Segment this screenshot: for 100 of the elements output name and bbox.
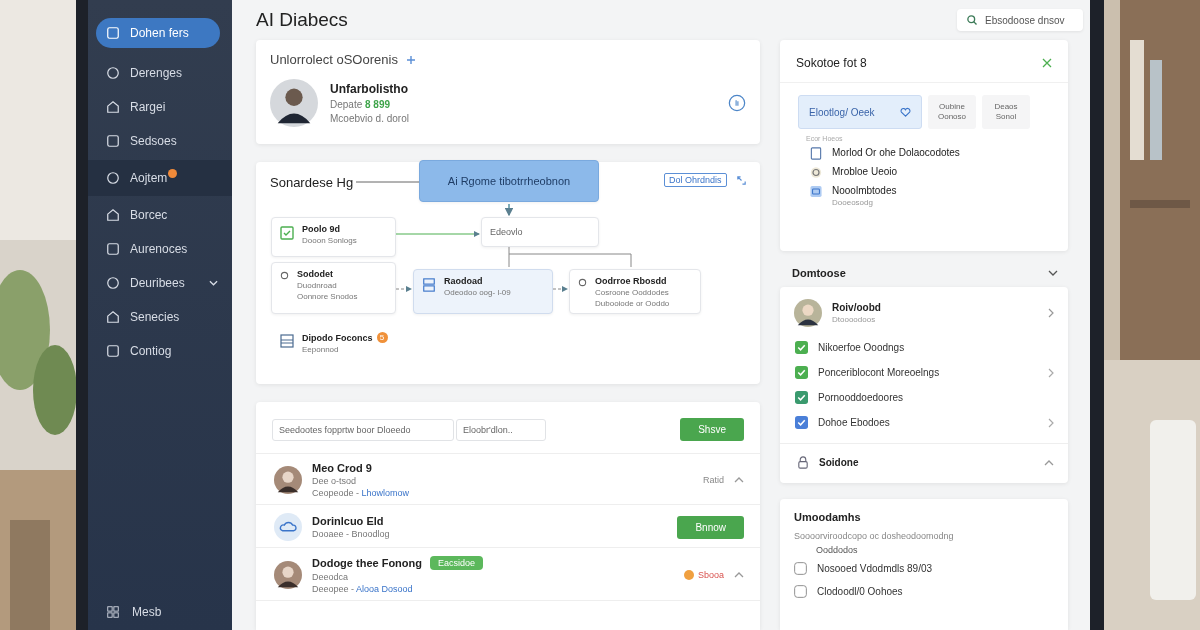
checklist-item[interactable]: Ponceriblocont Moreoelngs <box>780 360 1068 385</box>
menu-item-icon <box>106 134 120 148</box>
list-icon <box>280 334 294 348</box>
list-row[interactable]: Dodoge thee Fonong Eacsidoe Deeodca Deeopee - Alooa Dosood Sbooa <box>256 548 760 601</box>
ring-icon <box>810 166 822 179</box>
person-row[interactable]: Roiv/oobd Dtoooodoos <box>780 287 1068 335</box>
diagram-node[interactable]: Ai Rgome tibotrrheobnon <box>419 160 599 202</box>
heart-icon <box>900 106 911 118</box>
diagram-node[interactable]: Poolo 9d Dooon Sonlogs <box>271 217 396 257</box>
settings-item[interactable]: Morlod Or ohe Dolaocodotes <box>780 144 1068 163</box>
search-icon <box>966 14 978 26</box>
row-title: Dorinlcuo Eld <box>312 515 384 527</box>
tab[interactable]: Deaos Sonol <box>982 95 1030 129</box>
settings-item[interactable]: Nooolmbtodes Dooeosodg <box>780 182 1068 210</box>
checkbox-icon <box>280 226 294 240</box>
status-tag: Eacsidoe <box>430 556 483 570</box>
sidebar-item[interactable]: Aurenoces <box>88 234 232 264</box>
row-status: Sbooa <box>697 570 724 580</box>
menu-item-icon <box>106 100 120 114</box>
row-subtitle: Dee o-tsod <box>312 476 358 486</box>
checklist-item[interactable]: Dohoe Ebodoes <box>780 410 1068 435</box>
card-title: Umoodamhs <box>794 511 862 523</box>
sidebar-item[interactable]: Derenges <box>88 58 232 88</box>
tab[interactable]: Elootlog/ Oeek <box>798 95 922 129</box>
row-link[interactable]: Alooa Dosood <box>356 584 413 594</box>
checkbox[interactable] <box>794 562 807 575</box>
checkbox[interactable] <box>795 391 808 404</box>
diagram-node[interactable]: Edeovlo <box>481 217 599 247</box>
sidebar-item[interactable]: Deuribees <box>88 268 232 298</box>
filter-field[interactable]: Eloobr'dlon.. <box>456 418 546 441</box>
connector <box>504 203 514 217</box>
sidebar-item[interactable]: Rargei <box>88 92 232 122</box>
sidebar-item[interactable]: Aojtem <box>88 160 232 196</box>
group-label: Ooddodos <box>815 545 859 555</box>
sidebar-footer-link[interactable]: Mesb <box>88 600 232 630</box>
section-row[interactable]: Soidone <box>780 443 1068 483</box>
menu-item-icon <box>106 344 120 358</box>
card-title: Sokotoe fot 8 <box>796 56 867 70</box>
row-subtitle: Dooaee - Bnoodlog <box>312 529 390 539</box>
checkbox[interactable] <box>795 341 808 354</box>
menu-item-icon <box>106 242 120 256</box>
row-meta: Deeopee - <box>312 584 355 594</box>
settings-item[interactable]: Mrobloe Ueoio <box>780 163 1068 182</box>
chevron-up-icon[interactable] <box>734 477 744 483</box>
document-icon <box>810 147 822 160</box>
profile-note: Mcoebvio d. dorol <box>330 113 410 124</box>
plus-icon[interactable] <box>405 54 416 65</box>
sidebar-item[interactable]: Contiog <box>88 336 232 366</box>
connector <box>395 286 412 292</box>
row-title: Meo Crod 9 <box>312 462 372 474</box>
row-link[interactable]: Lhowlomow <box>361 488 410 498</box>
diagram-title: Sonardese Hg <box>270 175 354 190</box>
sidebar-item[interactable]: Borcec <box>88 200 232 230</box>
page-title: AI Diabecs <box>256 9 348 31</box>
menu-item-icon <box>106 66 120 80</box>
diagram-node[interactable]: Sododet Duodnroad Oonnore Snodos <box>271 262 396 314</box>
diagram-node[interactable]: Raodoad Odeodoo oog- l-09 <box>413 269 553 314</box>
count-badge: 5 <box>376 332 388 343</box>
cloud-icon <box>274 513 302 541</box>
radio-icon <box>578 278 587 287</box>
menu-item-icon <box>106 276 120 290</box>
profile-label: Depate <box>330 99 363 110</box>
checkbox[interactable] <box>794 585 807 598</box>
expand-icon[interactable] <box>736 175 747 186</box>
checkbox[interactable] <box>795 366 808 379</box>
sidebar-item[interactable]: Dohen fers <box>96 18 220 48</box>
info-icon[interactable] <box>728 94 746 112</box>
checklist-item[interactable]: Pornooddoedoores <box>780 385 1068 410</box>
search-field[interactable]: Ebsodoose dnsov <box>957 9 1083 31</box>
list-row[interactable]: Meo Crod 9 Dee o-tsod Ceopeode - Lhowlomow Ratid <box>256 454 760 505</box>
menu-item-icon <box>106 171 120 185</box>
tab[interactable]: Oubine Oonoso <box>928 95 976 129</box>
menu-item-icon <box>106 26 120 40</box>
option-label: Clodoodl/0 Oohoes <box>817 586 903 597</box>
lock-icon <box>797 456 809 469</box>
list-row[interactable]: Dorinlcuo Eld Dooaee - Bnoodlog Bnnow <box>256 505 760 548</box>
checkbox[interactable] <box>795 416 808 429</box>
card-title: Unlorrolect oSOorenis <box>270 52 398 67</box>
avatar <box>274 561 302 589</box>
row-subtitle: Deeodca <box>312 572 350 582</box>
diagram-node[interactable]: Oodrroe Rbosdd Cosroone Ooddodes Dubooiode or Ooddo <box>569 269 701 314</box>
avatar <box>274 466 302 494</box>
sidebar-item[interactable]: Senecies <box>88 302 232 332</box>
checklist-item[interactable]: Nikoerfoe Ooodngs <box>780 335 1068 360</box>
option-label: Nosooed Vdodmdls 89/03 <box>817 563 933 574</box>
row-title: Dodoge thee Fonong <box>312 557 422 569</box>
diagram-link-button[interactable]: Dol Ohrdndis <box>664 173 727 187</box>
close-icon[interactable] <box>1042 58 1052 68</box>
row-meta: Ceopeode - <box>312 488 360 498</box>
profile-name: Unfarbolistho <box>330 82 409 96</box>
radio-icon <box>280 271 289 280</box>
profile-value: 8 899 <box>365 99 391 110</box>
chevron-up-icon[interactable] <box>734 572 744 578</box>
menu-item-icon <box>106 208 120 222</box>
avatar <box>270 79 318 127</box>
sidebar-item[interactable]: Sedsoes <box>88 126 232 156</box>
filter-field[interactable]: Seedootes fopprtw boor Dloeedo <box>272 418 454 441</box>
section-header[interactable]: Domtoose <box>780 251 1068 287</box>
server-icon <box>422 278 436 292</box>
grid-icon <box>106 605 120 619</box>
